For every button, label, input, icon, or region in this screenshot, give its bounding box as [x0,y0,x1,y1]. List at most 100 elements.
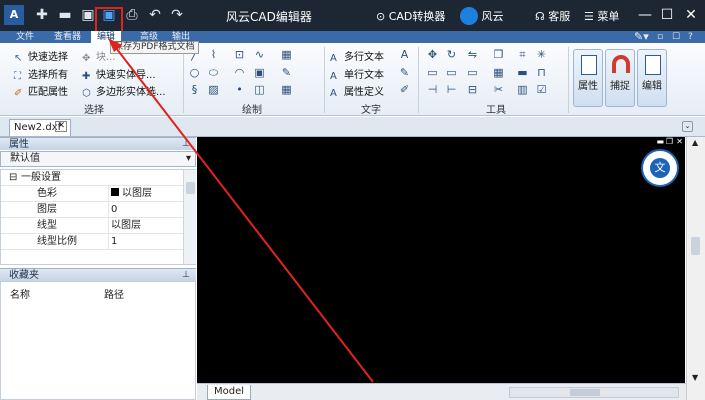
point-icon[interactable]: • [233,83,246,96]
extend-icon[interactable]: ⊢ [445,83,458,96]
pen-icon[interactable]: ✎ [280,66,293,79]
dimension-icon[interactable]: ◫ [253,83,266,96]
polyline-icon[interactable]: ⌇ [207,48,220,61]
help-icon[interactable]: ☐ [672,31,680,43]
close-button[interactable]: ✕ [680,4,702,26]
horizontal-scrollbar[interactable] [509,387,679,398]
fillet-icon[interactable]: ⊓ [535,66,548,79]
spline-icon[interactable]: ∿ [253,48,266,61]
translate-icon: 文 [650,158,670,178]
print-icon[interactable]: ⎙ [122,5,142,25]
check-icon[interactable]: ☑ [535,83,548,96]
scrollbar-thumb[interactable] [570,389,600,396]
move-icon[interactable]: ✥ [426,48,439,61]
favorites-col-name[interactable]: 名称 [10,286,30,301]
canvas-close-icon[interactable]: ✕ [676,137,683,146]
vertical-scrollbar[interactable]: ▲ ▼ [686,137,705,400]
tab-file[interactable]: 文件 [16,31,34,43]
table-icon[interactable]: ▦ [280,83,293,96]
offset-icon[interactable]: ⊟ [466,83,479,96]
property-value: 以图层 [111,186,152,201]
property-row[interactable]: 图层 0 [1,202,183,218]
quick-select-button[interactable]: ↖ 快速选择 [14,48,68,64]
maximize-button[interactable]: ☐ [656,4,678,26]
menu-link[interactable]: ☰ 菜单 [584,8,619,24]
region-icon[interactable]: ▣ [253,66,266,79]
open-folder-icon[interactable]: ▬ [55,5,75,25]
minimize-button[interactable]: — [634,4,656,26]
tab-dropdown-icon[interactable]: ⌄ [682,121,693,132]
property-row[interactable]: 色彩 以图层 [1,186,183,202]
text-button[interactable]: A 单行文本 [330,66,384,82]
favorites-panel-title: 收藏夹 [9,270,39,281]
favorites-col-path[interactable]: 路径 [104,286,124,301]
collapse-icon[interactable]: ⊟ [9,170,17,185]
match-properties-button[interactable]: ✐ 匹配属性 [14,83,68,99]
document-tab[interactable]: New2.dxf ✕ [9,119,71,136]
property-value: 以图层 [111,220,141,231]
erase-icon[interactable]: ▥ [516,83,529,96]
canvas-minimize-icon[interactable]: ▬ [656,137,664,146]
mirror-icon[interactable]: ⇋ [466,48,479,61]
close-tab-icon[interactable]: ✕ [55,121,67,132]
arc-icon[interactable]: ◠ [233,66,246,79]
stretch-icon[interactable]: ▭ [466,66,479,79]
translate-button[interactable]: 文 [641,149,679,187]
array-icon[interactable]: ▦ [492,66,505,79]
new-file-icon[interactable]: ✚ [32,5,52,25]
quick-entity-export-button[interactable]: ✚ 快速实体导... [82,66,156,82]
model-tab[interactable]: Model [207,385,252,400]
drawing-canvas[interactable]: ▬ ❐ ✕ [197,137,685,383]
copy-icon[interactable]: ❐ [492,48,505,61]
property-row[interactable]: 线型 以图层 [1,218,183,234]
scrollbar-thumb[interactable] [186,182,195,194]
canvas-restore-icon[interactable]: ❐ [666,137,673,146]
menu-tabs: 文件 查看器 编辑 高级 输出 ✎▾ ▫ ☐ ? [0,31,705,43]
snap-big-button[interactable]: 捕捉 [605,49,635,107]
properties-panel-title: 属性 [9,139,29,150]
tab-viewer[interactable]: 查看器 [54,31,81,43]
attribute-definition-button[interactable]: A 属性定义 [330,83,384,99]
converter-link[interactable]: ⊙ CAD转换器 [376,8,445,24]
general-settings-row[interactable]: ⊟ 一般设置 [1,170,183,186]
rotate-icon[interactable]: ↻ [445,48,458,61]
undo-icon[interactable]: ↶ [145,5,165,25]
curve-icon[interactable]: § [188,83,201,96]
block-insert-icon[interactable]: ▦ [280,48,293,61]
hatch-icon[interactable]: ▨ [207,83,220,96]
text-replace-icon[interactable]: ✐ [398,83,411,96]
break-icon[interactable]: ⊣ [426,83,439,96]
trim-icon[interactable]: ⌗ [516,48,529,61]
property-row[interactable]: 线型比例 1 [1,234,183,250]
join-icon[interactable]: ✂ [492,83,505,96]
scale-icon[interactable]: ▭ [445,66,458,79]
mtext-button[interactable]: A 多行文本 [330,48,384,64]
scroll-down-icon[interactable]: ▼ [692,373,698,382]
text-edit-icon[interactable]: ✎ [398,66,411,79]
quick-select-label: 快速选择 [28,52,68,63]
scroll-up-icon[interactable]: ▲ [692,138,698,147]
property-key: 图层 [37,204,57,215]
fengyun-link[interactable]: 风云 [460,6,504,25]
explode-icon[interactable]: ✳ [535,48,548,61]
help-circle-icon[interactable]: ? [688,31,693,43]
scrollbar-thumb[interactable] [691,237,700,255]
redo-icon[interactable]: ↷ [167,5,187,25]
attribute-definition-label: 属性定义 [344,87,384,98]
properties-scrollbar[interactable] [183,170,196,264]
align-icon[interactable]: ▭ [426,66,439,79]
measure-icon[interactable]: ▬ [516,66,529,79]
edit-big-button[interactable]: 编辑 [637,49,667,107]
properties-selector[interactable]: 默认值 ▾ [0,151,196,167]
properties-big-button[interactable]: 属性 [573,49,603,107]
polygon-entity-select-button[interactable]: ⬡ 多边形实体选... [82,83,166,99]
style-icon[interactable]: ✎▾ [634,31,649,43]
ellipse-icon[interactable]: ⬭ [207,66,220,79]
support-link[interactable]: ☊ 客服 [535,8,570,24]
select-all-button[interactable]: ⛶ 选择所有 [14,66,68,82]
text-style-icon[interactable]: A [398,48,411,61]
rectangle-icon[interactable]: ⊡ [233,48,246,61]
settings-icon[interactable]: ▫ [657,31,663,43]
pin-icon[interactable]: ⊥ [182,138,190,151]
circle-icon[interactable]: ○ [188,66,201,79]
